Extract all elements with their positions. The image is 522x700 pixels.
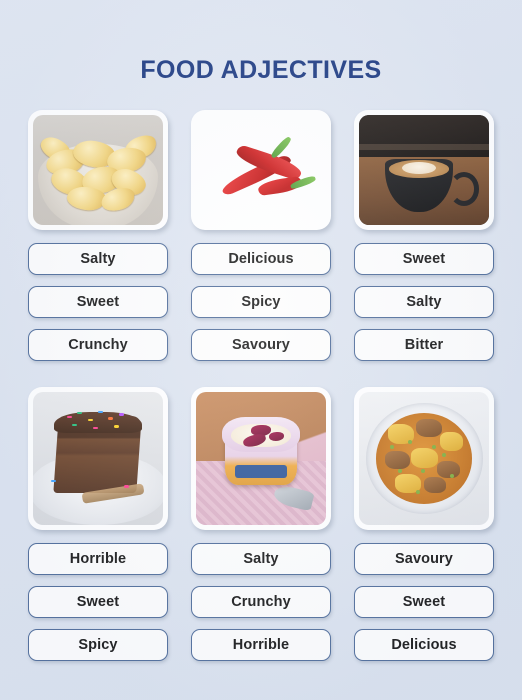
option-button[interactable]: Spicy [28,629,168,661]
option-button[interactable]: Salty [354,286,494,318]
photo-card [354,387,494,530]
page-title: FOOD ADJECTIVES [140,56,382,84]
photo-card [28,110,168,230]
option-button[interactable]: Delicious [354,629,494,661]
option-button[interactable]: Sweet [354,586,494,618]
chocolate-cake-slice-image [33,392,163,525]
photo-card [191,110,331,230]
photo-card [354,110,494,230]
exercise-item-crisps: Salty Sweet Crunchy [28,110,168,361]
option-button[interactable]: Sweet [28,286,168,318]
option-button[interactable]: Sweet [354,243,494,275]
option-button[interactable]: Salty [28,243,168,275]
exercise-row-2: Horrible Sweet Spicy Salty Crunchy Horri… [0,387,522,661]
photo-card [191,387,331,530]
option-button[interactable]: Salty [191,543,331,575]
option-button[interactable]: Spicy [191,286,331,318]
exercise-item-coffee: Sweet Salty Bitter [354,110,494,361]
option-button[interactable]: Horrible [28,543,168,575]
option-button[interactable]: Crunchy [28,329,168,361]
red-chilli-peppers-image [196,115,326,225]
exercise-item-yogurt: Salty Crunchy Horrible [191,387,331,661]
option-button[interactable]: Sweet [28,586,168,618]
option-button[interactable]: Crunchy [191,586,331,618]
exercise-item-cake: Horrible Sweet Spicy [28,387,168,661]
meat-potato-stew-image [359,392,489,525]
option-button[interactable]: Delicious [191,243,331,275]
exercise-item-chilli: Delicious Spicy Savoury [191,110,331,361]
exercise-item-stew: Savoury Sweet Delicious [354,387,494,661]
exercise-row-1: Salty Sweet Crunchy Delicious Spicy Savo… [0,110,522,361]
photo-card [28,387,168,530]
option-button[interactable]: Bitter [354,329,494,361]
option-button[interactable]: Savoury [191,329,331,361]
option-button[interactable]: Horrible [191,629,331,661]
bowl-of-potato-chips-image [33,115,163,225]
option-button[interactable]: Savoury [354,543,494,575]
cappuccino-cup-image [359,115,489,225]
fruit-yogurt-cup-image [196,392,326,525]
worksheet-page: FOOD ADJECTIVES Salty Sweet Crunchy Deli… [0,0,522,700]
